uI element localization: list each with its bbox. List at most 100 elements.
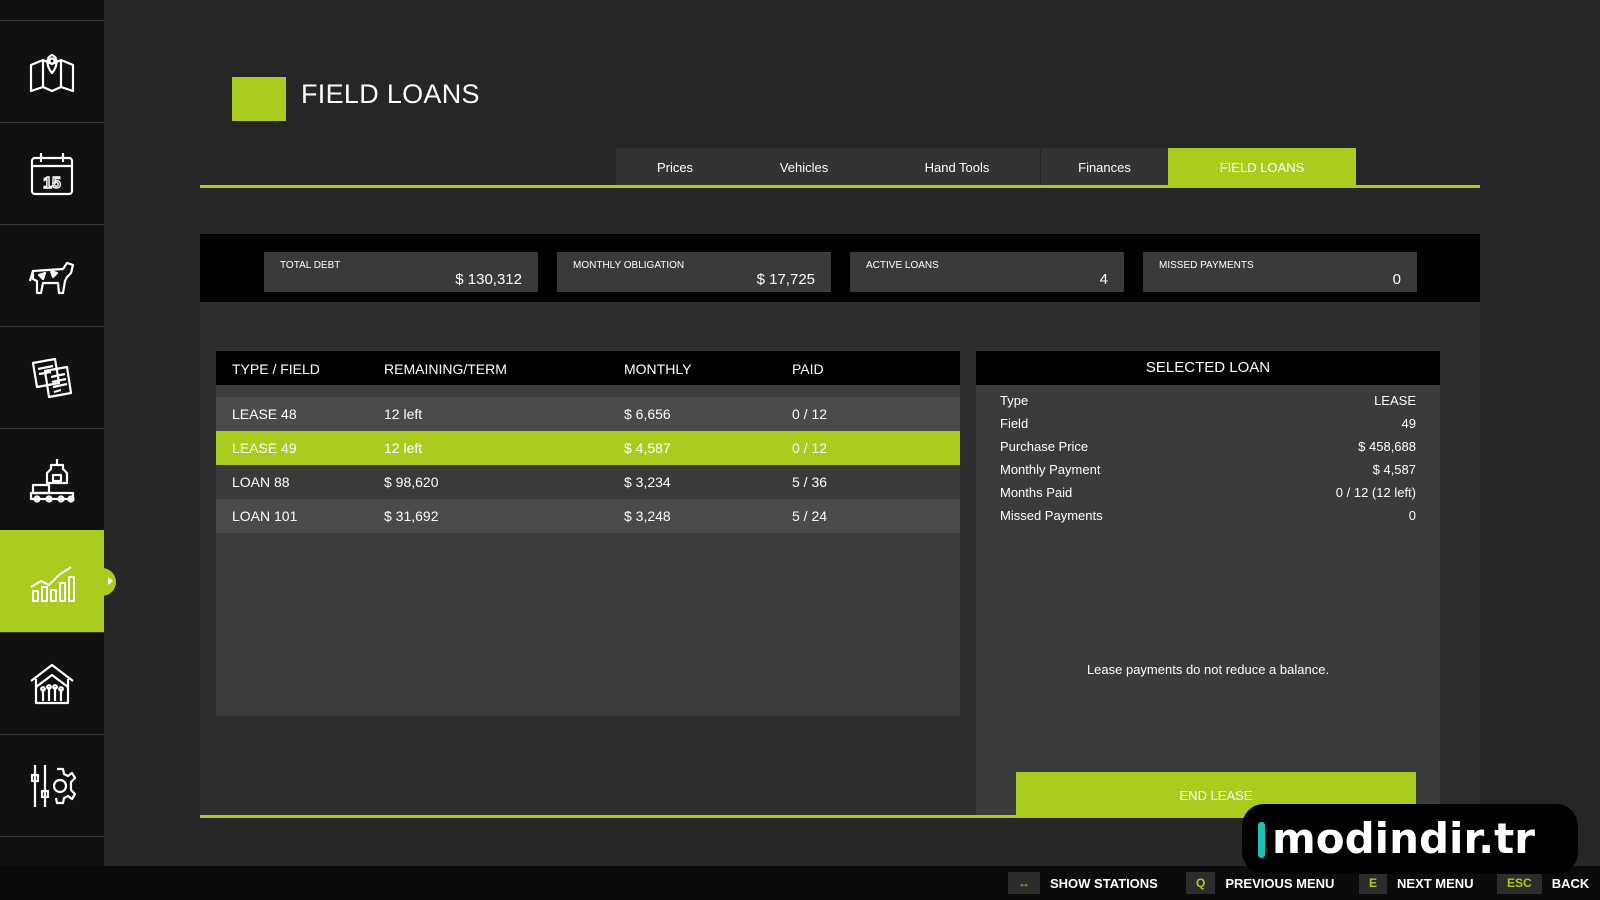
detail-months-paid: Months Paid 0 / 12 (12 left) [1000, 485, 1416, 505]
cell-monthly: $ 3,234 [624, 474, 671, 490]
tab-prices[interactable]: Prices [616, 148, 734, 186]
cell-type-field: LEASE 49 [232, 440, 297, 456]
tab-hand-tools[interactable]: Hand Tools [874, 148, 1040, 186]
hint-label: SHOW STATIONS [1050, 875, 1158, 891]
selected-loan-title: SELECTED LOAN [976, 351, 1440, 385]
stat-active-loans: ACTIVE LOANS 4 [850, 252, 1124, 292]
detail-field: Field 49 [1000, 416, 1416, 436]
stat-value: 0 [1392, 271, 1401, 288]
cell-remaining: 12 left [384, 440, 423, 456]
stat-label: ACTIVE LOANS [866, 260, 939, 271]
stat-label: MONTHLY OBLIGATION [573, 260, 685, 271]
hint-back[interactable]: ESC BACK [1497, 872, 1589, 894]
cow-icon [28, 261, 75, 294]
detail-monthly-payment: Monthly Payment $ 4,587 [1000, 462, 1416, 482]
table-row-selected[interactable]: LEASE 49 12 left $ 4,587 0 / 12 [216, 431, 960, 465]
key-badge: ESC [1497, 872, 1542, 894]
hint-show-stations[interactable]: ↔ SHOW STATIONS [1008, 872, 1158, 894]
hint-label: PREVIOUS MENU [1225, 875, 1335, 891]
detail-type: Type LEASE [1000, 393, 1416, 413]
hint-label: NEXT MENU [1397, 875, 1474, 891]
key-badge-arrows-icon: ↔ [1008, 872, 1040, 894]
key-badge: E [1359, 872, 1388, 894]
tab-finances[interactable]: Finances [1040, 148, 1168, 186]
detail-key: Missed Payments [1000, 508, 1103, 523]
cell-monthly: $ 6,656 [624, 406, 671, 422]
watermark-bar-icon [1258, 822, 1265, 858]
hint-next-menu[interactable]: E NEXT MENU [1359, 872, 1474, 894]
column-header: REMAINING/TERM [384, 361, 507, 377]
column-header: TYPE / FIELD [232, 361, 320, 377]
sidebar-item-production[interactable] [0, 428, 104, 530]
detail-key: Field [1000, 416, 1029, 431]
detail-value: LEASE [1374, 393, 1416, 408]
key-badge: Q [1186, 872, 1216, 894]
table-row[interactable]: LEASE 48 12 left $ 6,656 0 / 12 [216, 397, 960, 431]
sidebar-item-contracts[interactable] [0, 326, 104, 428]
detail-key: Months Paid [1000, 485, 1073, 500]
watermark-text: modindir.tr [1272, 814, 1535, 863]
cell-paid: 0 / 12 [792, 406, 828, 422]
loans-table: TYPE / FIELD REMAINING/TERM MONTHLY PAID… [216, 351, 960, 716]
selected-loan-panel: SELECTED LOAN Type LEASE Field 49 Purcha… [976, 351, 1440, 816]
stat-total-debt: TOTAL DEBT $ 130,312 [264, 252, 538, 292]
detail-key: Purchase Price [1000, 439, 1089, 454]
production-icon [29, 458, 75, 503]
cell-paid: 5 / 24 [792, 508, 828, 524]
sidebar: 15 [0, 0, 116, 866]
sidebar-divider [0, 836, 104, 866]
cell-monthly: $ 4,587 [624, 440, 671, 456]
cell-remaining: $ 98,620 [384, 474, 439, 490]
cell-remaining: $ 31,692 [384, 508, 439, 524]
cell-paid: 5 / 36 [792, 474, 828, 490]
lease-note: Lease payments do not reduce a balance. [1086, 662, 1330, 677]
cell-remaining: 12 left [384, 406, 423, 422]
stat-value: $ 130,312 [455, 271, 522, 288]
map-icon [29, 53, 75, 92]
detail-key: Monthly Payment [1000, 462, 1101, 477]
column-header: PAID [792, 361, 824, 377]
stat-missed-payments: MISSED PAYMENTS 0 [1143, 252, 1417, 292]
hint-previous-menu[interactable]: Q PREVIOUS MENU [1186, 872, 1334, 894]
detail-value: 0 [1408, 508, 1416, 523]
cell-monthly: $ 3,248 [624, 508, 671, 524]
column-header: MONTHLY [624, 361, 692, 377]
settings-sliders-icon [30, 764, 77, 807]
sidebar-item-map[interactable] [0, 20, 104, 122]
stat-value: 4 [1099, 271, 1108, 288]
detail-value: $ 458,688 [1358, 439, 1416, 454]
svg-text:15: 15 [43, 175, 61, 192]
stat-value: $ 17,725 [756, 271, 815, 288]
stat-monthly-obligation: MONTHLY OBLIGATION $ 17,725 [557, 252, 831, 292]
calendar-icon: 15 [30, 152, 74, 195]
sidebar-item-settings[interactable] [0, 734, 104, 836]
header-divider [200, 185, 1480, 188]
table-row[interactable]: LOAN 101 $ 31,692 $ 3,248 5 / 24 [216, 499, 960, 533]
title-accent-square [232, 77, 286, 121]
detail-purchase-price: Purchase Price $ 458,688 [1000, 439, 1416, 459]
detail-value: 49 [1401, 416, 1416, 431]
stat-label: TOTAL DEBT [280, 260, 341, 271]
tab-field-loans[interactable]: FIELD LOANS [1168, 148, 1356, 186]
detail-value: 0 / 12 (12 left) [1335, 485, 1416, 500]
barn-icon [30, 663, 74, 704]
documents-icon [31, 357, 73, 398]
table-header: TYPE / FIELD REMAINING/TERM MONTHLY PAID [216, 351, 960, 385]
detail-missed-payments: Missed Payments 0 [1000, 508, 1416, 528]
sidebar-item-animals[interactable] [0, 224, 104, 326]
bar-chart-icon [30, 565, 75, 602]
sidebar-item-calendar[interactable]: 15 [0, 122, 104, 224]
detail-value: $ 4,587 [1372, 462, 1416, 477]
cell-type-field: LEASE 48 [232, 406, 297, 422]
sidebar-item-buildings[interactable] [0, 632, 104, 734]
tab-vehicles[interactable]: Vehicles [734, 148, 874, 186]
active-indicator-arrow-icon [108, 577, 113, 585]
hint-label: BACK [1551, 875, 1590, 891]
cell-type-field: LOAN 88 [232, 474, 290, 490]
cell-paid: 0 / 12 [792, 440, 828, 456]
stats-band: TOTAL DEBT $ 130,312 MONTHLY OBLIGATION … [200, 234, 1480, 302]
detail-key: Type [1000, 393, 1029, 408]
sidebar-item-finances[interactable] [0, 530, 116, 632]
table-row[interactable]: LOAN 88 $ 98,620 $ 3,234 5 / 36 [216, 465, 960, 499]
page-title: FIELD LOANS [301, 79, 480, 109]
